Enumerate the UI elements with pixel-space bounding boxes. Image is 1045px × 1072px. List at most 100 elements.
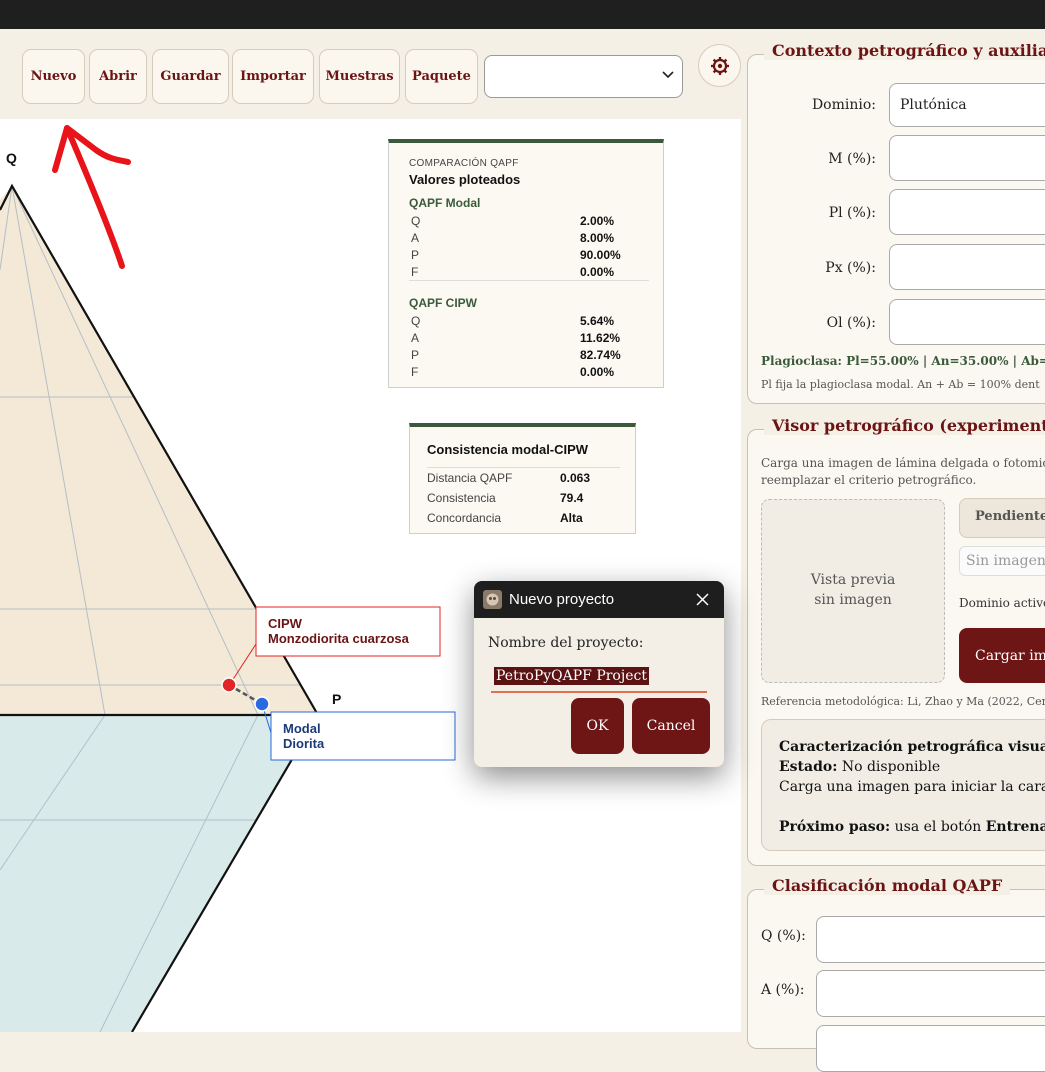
dominio-activo-label: Dominio activo <box>959 596 1045 610</box>
ol-field[interactable] <box>889 299 1045 345</box>
q-label: Q (%): <box>761 928 806 944</box>
next-step-line: Próximo paso: usa el botón Entrenar <box>779 819 1045 835</box>
paquete-button[interactable]: Paquete <box>405 49 478 104</box>
characterization-box: Caracterización petrográfica visual Esta… <box>761 719 1045 851</box>
q-field[interactable] <box>816 916 1045 963</box>
consistency-title: Consistencia modal-CIPW <box>427 442 589 457</box>
context-panel-title: Contexto petrográfico y auxiliares <box>764 41 1045 60</box>
modal-row-value: 2.00% <box>580 214 615 228</box>
modal-heading: QAPF Modal <box>409 196 481 210</box>
estado-line: Estado: No disponible <box>779 759 940 775</box>
modal-row-label: P <box>411 248 420 262</box>
preview-line-1: Vista previa <box>810 572 896 588</box>
abrir-button[interactable]: Abrir <box>89 49 147 104</box>
cipw-label-title: CIPW <box>268 616 303 631</box>
load-image-button[interactable]: Cargar ima <box>959 628 1045 683</box>
cipw-row-value: 82.74% <box>580 348 621 362</box>
char-desc: Carga una imagen para iniciar la caract <box>779 779 1045 795</box>
dominio-label: Dominio: <box>811 97 876 113</box>
image-name-field[interactable]: Sin imagen <box>959 546 1045 576</box>
qapf-panel-title: Clasificación modal QAPF <box>764 876 1011 895</box>
vertex-q-label: Q <box>6 150 17 166</box>
viewer-panel: Visor petrográfico (experimental) Carga … <box>747 416 1045 866</box>
method-reference: Referencia metodológica: Li, Zhao y Ma (… <box>761 695 1045 708</box>
char-title: Caracterización petrográfica visual <box>779 739 1045 755</box>
cipw-row-value: 0.00% <box>580 365 615 379</box>
p-field[interactable] <box>816 1025 1045 1072</box>
qapf-comparison-card: COMPARACIÓN QAPF Valores ploteados QAPF … <box>388 139 664 388</box>
viewer-desc-2: reemplazar el criterio petrográfico. <box>761 473 977 487</box>
qapf-panel: Clasificación modal QAPF Q (%): A (%): <box>747 876 1045 1072</box>
consistency-row-label: Consistencia <box>427 491 496 505</box>
dominio-field[interactable]: Plutónica <box>889 83 1045 127</box>
comparison-kicker: COMPARACIÓN QAPF <box>409 158 519 169</box>
window-top-bar <box>0 0 1045 29</box>
context-panel: Contexto petrográfico y auxiliares Domin… <box>747 41 1045 404</box>
cipw-label-rock: Monzodiorita cuarzosa <box>268 631 410 646</box>
gear-icon <box>710 56 729 75</box>
preview-line-2: sin imagen <box>814 592 892 608</box>
dialog-titlebar: Nuevo proyecto <box>474 581 724 618</box>
guardar-button[interactable]: Guardar <box>152 49 229 104</box>
consistency-row-label: Concordancia <box>427 511 502 525</box>
ol-label: Ol (%): <box>826 315 876 331</box>
a-label: A (%): <box>761 982 805 998</box>
toolbar-select[interactable] <box>484 55 683 98</box>
a-field[interactable] <box>816 970 1045 1017</box>
consistency-row-label: Distancia QAPF <box>427 471 513 485</box>
next-bold: Entrenar <box>985 819 1045 835</box>
estado-value: No disponible <box>837 759 941 775</box>
project-name-input[interactable]: PetroPyQAPF Project <box>491 665 707 693</box>
comparison-divider <box>409 280 649 281</box>
modal-point[interactable] <box>254 696 270 712</box>
cipw-heading: QAPF CIPW <box>409 296 477 310</box>
modal-row-value: 90.00% <box>580 248 621 262</box>
image-preview[interactable]: Vista previa sin imagen <box>761 499 945 683</box>
dialog-title: Nuevo proyecto <box>509 591 615 608</box>
m-field[interactable] <box>889 135 1045 181</box>
red-arrow-annotation <box>52 125 131 269</box>
comparison-title: Valores ploteados <box>409 172 521 187</box>
importar-button[interactable]: Importar <box>232 49 314 104</box>
cipw-row-value: 11.62% <box>580 331 621 345</box>
settings-button[interactable] <box>698 44 741 87</box>
cipw-point[interactable] <box>221 677 237 693</box>
cipw-row-value: 5.64% <box>580 314 615 328</box>
pending-badge: Pendiente c <box>959 498 1045 538</box>
consistency-card: Consistencia modal-CIPW Distancia QAPF 0.… <box>409 423 636 534</box>
modal-row-label: Q <box>411 214 421 228</box>
muestras-button[interactable]: Muestras <box>319 49 400 104</box>
consistency-row-value: 79.4 <box>560 491 584 505</box>
next-value: usa el botón <box>890 819 986 835</box>
project-name-value: PetroPyQAPF Project <box>494 667 649 685</box>
cipw-row-label: A <box>411 331 420 345</box>
ok-button[interactable]: OK <box>571 698 624 754</box>
dialog-prompt: Nombre del proyecto: <box>488 635 644 651</box>
cancel-button[interactable]: Cancel <box>632 698 710 754</box>
plagioclasa-summary: Plagioclasa: Pl=55.00% | An=35.00% | Ab=… <box>761 354 1045 368</box>
px-label: Px (%): <box>825 260 876 276</box>
cipw-row-label: P <box>411 348 420 362</box>
plagioclasa-note: Pl fija la plagioclasa modal. An + Ab = … <box>761 378 1040 391</box>
px-field[interactable] <box>889 244 1045 290</box>
nuevo-button[interactable]: Nuevo <box>22 49 85 104</box>
viewer-desc-1: Carga una imagen de lámina delgada o fot… <box>761 456 1045 470</box>
pl-label: Pl (%): <box>828 205 876 221</box>
next-label: Próximo paso: <box>779 819 891 835</box>
pl-field[interactable] <box>889 189 1045 235</box>
modal-row-label: A <box>411 231 420 245</box>
viewer-panel-title: Visor petrográfico (experimental) <box>764 416 1045 435</box>
modal-label-rock: Diorita <box>283 736 325 751</box>
modal-row-value: 8.00% <box>580 231 615 245</box>
dominio-value: Plutónica <box>900 97 967 113</box>
consistency-divider <box>427 467 620 468</box>
close-icon[interactable] <box>695 592 710 607</box>
consistency-row-value: Alta <box>560 511 583 525</box>
modal-row-value: 0.00% <box>580 265 615 279</box>
m-label: M (%): <box>828 151 876 167</box>
app-icon <box>483 590 502 609</box>
cipw-row-label: F <box>411 365 419 379</box>
estado-label: Estado: <box>779 759 838 775</box>
cipw-row-label: Q <box>411 314 421 328</box>
modal-label-title: Modal <box>283 721 321 736</box>
